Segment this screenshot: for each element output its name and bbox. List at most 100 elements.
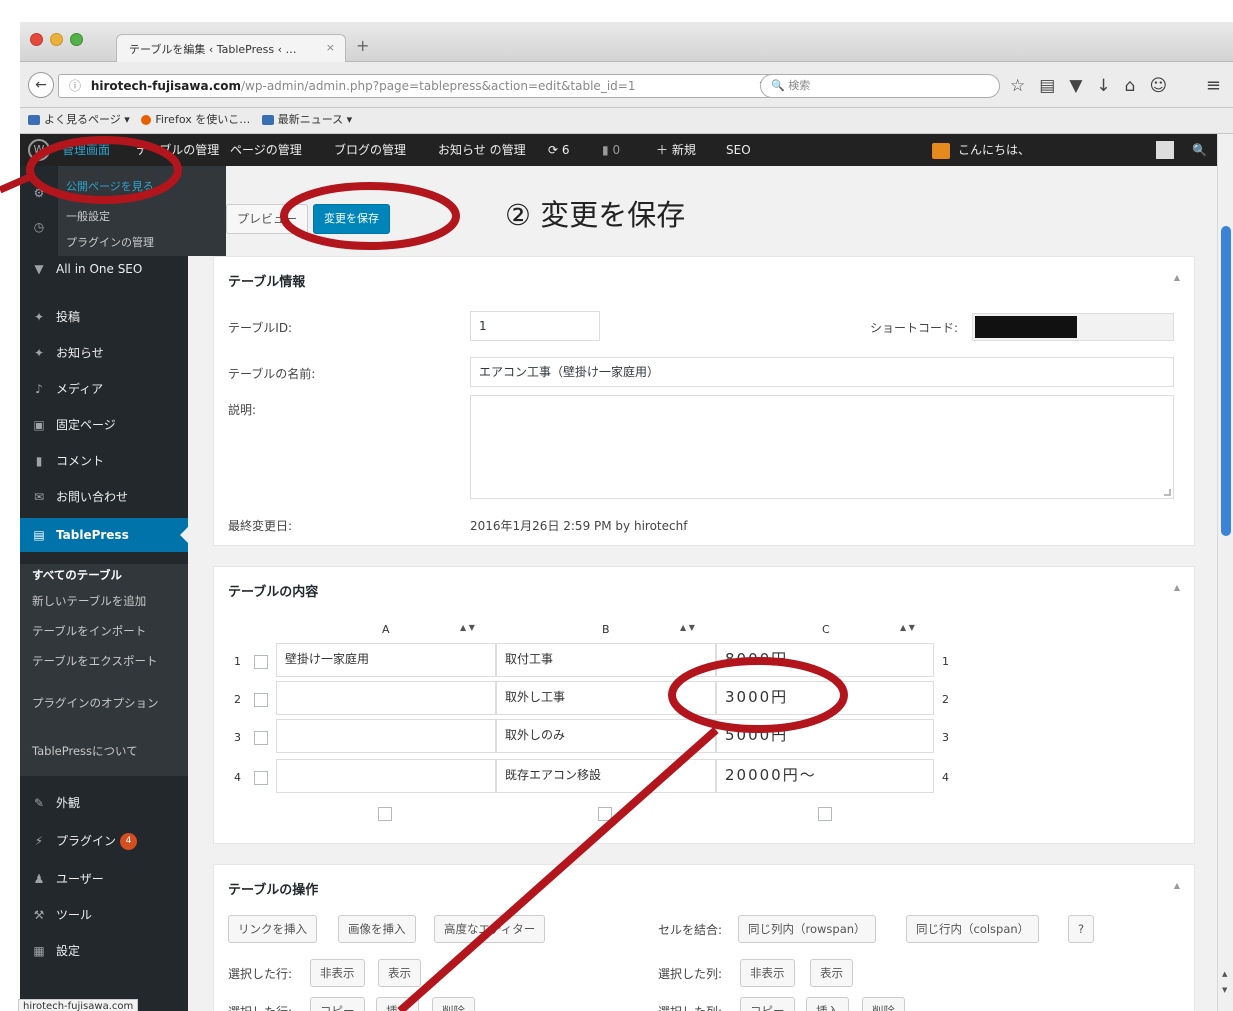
submenu-options[interactable]: プラグインのオプション [32, 696, 182, 710]
adminbar-table-manage[interactable]: テーブルの管理 [136, 134, 219, 166]
back-button[interactable]: ← [28, 72, 54, 98]
submenu-export[interactable]: テーブルをエクスポート [32, 654, 182, 668]
flyout-plugin-manage[interactable]: プラグインの管理 [66, 234, 154, 250]
table-cell-c2[interactable]: 3000円 [716, 681, 934, 715]
help-button[interactable]: ? [1068, 915, 1095, 943]
row-checkbox[interactable] [254, 771, 268, 785]
url-bar[interactable]: ⓘ hirotech-fujisawa.com/wp-admin/admin.p… [58, 74, 778, 98]
rows-insert-button[interactable]: 挿入 [376, 997, 419, 1011]
adminbar-comments[interactable]: ▮ 0 [602, 134, 620, 166]
sidebar-item-comments[interactable]: ▮ コメント [20, 444, 188, 478]
home-icon[interactable]: ⌂ [1125, 76, 1150, 96]
row-checkbox[interactable] [254, 693, 268, 707]
sidebar-item-posts[interactable]: ✦ 投稿 [20, 300, 188, 334]
preview-button[interactable]: プレビュー [226, 204, 309, 234]
bookmarks-library-icon[interactable]: ▤ [1039, 76, 1069, 96]
cols-delete-button[interactable]: 削除 [862, 997, 905, 1011]
page-scrollbar[interactable]: ▲ ▼ [1217, 134, 1233, 1011]
adminbar-page-manage[interactable]: ページの管理 [230, 134, 302, 166]
adminbar-dashboard[interactable]: 管理画面 [62, 134, 110, 166]
shortcode-field[interactable] [972, 313, 1174, 341]
collapse-toggle-icon[interactable]: ▲ [1174, 273, 1180, 282]
table-id-field[interactable]: 1 [470, 311, 600, 341]
table-cell-b3[interactable]: 取外しのみ [496, 719, 716, 753]
row-checkbox[interactable] [254, 731, 268, 745]
sidebar-item-all-in-one-seo[interactable]: ▼ All in One SEO [20, 252, 188, 286]
scrollbar-thumb[interactable] [1221, 226, 1231, 536]
description-textarea[interactable] [470, 395, 1174, 499]
column-checkbox-a[interactable] [378, 807, 392, 821]
submenu-add-table[interactable]: 新しいテーブルを追加 [32, 594, 188, 608]
column-checkbox-c[interactable] [818, 807, 832, 821]
window-zoom-button[interactable] [70, 33, 83, 46]
window-minimize-button[interactable] [50, 33, 63, 46]
hamburger-menu-icon[interactable]: ≡ [1206, 75, 1221, 96]
table-cell-c1[interactable]: 8000円 [716, 643, 934, 677]
merge-colspan-button[interactable]: 同じ行内（colspan） [906, 915, 1040, 943]
new-tab-button[interactable]: + [356, 36, 369, 55]
rows-delete-button[interactable]: 削除 [432, 997, 475, 1011]
submenu-import[interactable]: テーブルをインポート [32, 624, 188, 638]
rows-copy-button[interactable]: コピー [310, 997, 365, 1011]
adminbar-search-icon[interactable]: 🔍 [1192, 134, 1207, 166]
wordpress-logo-icon[interactable]: W [28, 139, 50, 161]
table-cell-a1[interactable]: 壁掛け一家庭用 [276, 643, 496, 677]
sidebar-item-tablepress[interactable]: ▤ TablePress [20, 518, 188, 552]
sidebar-item-plugins[interactable]: ⚡ プラグイン 4 [20, 824, 188, 858]
sort-arrows-icon[interactable]: ▲ ▼ [460, 623, 475, 632]
adminbar-updates[interactable]: ⟳ 6 [548, 134, 570, 166]
info-icon[interactable]: ⓘ [69, 79, 81, 93]
chat-icon[interactable]: ☺ [1149, 76, 1181, 96]
table-cell-b4[interactable]: 既存エアコン移設 [496, 759, 716, 793]
column-checkbox-b[interactable] [598, 807, 612, 821]
scroll-up-arrow-icon[interactable]: ▲ [1222, 970, 1227, 978]
table-name-field[interactable]: エアコン工事（壁掛け一家庭用） [470, 357, 1174, 387]
bookmark-most-visited[interactable]: よく見るページ ▾ [28, 113, 130, 126]
table-cell-a3[interactable] [276, 719, 496, 753]
cols-copy-button[interactable]: コピー [740, 997, 795, 1011]
table-cell-a4[interactable] [276, 759, 496, 793]
sort-arrows-icon[interactable]: ▲ ▼ [680, 623, 695, 632]
adminbar-blog-manage[interactable]: ブログの管理 [334, 134, 406, 166]
tab-close-icon[interactable]: × [326, 41, 335, 54]
pocket-icon[interactable]: ▼ [1069, 76, 1096, 96]
window-close-button[interactable] [30, 33, 43, 46]
table-cell-a2[interactable] [276, 681, 496, 715]
column-header-b[interactable]: B [602, 623, 610, 636]
table-cell-c3[interactable]: 5000円 [716, 719, 934, 753]
column-header-a[interactable]: A [382, 623, 390, 636]
bookmark-firefox-guide[interactable]: Firefox を使いこ… [141, 113, 250, 126]
merge-rowspan-button[interactable]: 同じ列内（rowspan） [738, 915, 876, 943]
table-cell-b1[interactable]: 取付工事 [496, 643, 716, 677]
avatar[interactable] [1156, 141, 1174, 159]
submenu-about[interactable]: TablePressについて [32, 744, 188, 758]
scroll-down-arrow-icon[interactable]: ▼ [1222, 986, 1227, 994]
sidebar-item-tools[interactable]: ⚒ ツール [20, 898, 188, 932]
insert-image-button[interactable]: 画像を挿入 [338, 915, 416, 943]
table-cell-b2[interactable]: 取外し工事 [496, 681, 716, 715]
submenu-all-tables[interactable]: すべてのテーブル [32, 568, 188, 582]
collapse-toggle-icon[interactable]: ▲ [1174, 583, 1180, 592]
rows-hide-button[interactable]: 非表示 [310, 959, 365, 987]
sidebar-item-settings[interactable]: ▦ 設定 [20, 934, 188, 968]
adminbar-new[interactable]: ＋ 新規 [656, 134, 696, 166]
sidebar-item-users[interactable]: ♟ ユーザー [20, 862, 188, 896]
table-cell-c4[interactable]: 20000円〜 [716, 759, 934, 793]
sidebar-item-appearance[interactable]: ✎ 外観 [20, 786, 188, 820]
row-checkbox[interactable] [254, 655, 268, 669]
adminbar-seo[interactable]: SEO [726, 134, 751, 166]
resize-grip-icon[interactable] [1164, 489, 1171, 496]
sidebar-item-news[interactable]: ✦ お知らせ [20, 336, 188, 370]
sidebar-item-pages[interactable]: ▣ 固定ページ [20, 408, 188, 442]
bookmark-star-icon[interactable]: ☆ [1010, 76, 1039, 96]
adminbar-news-manage[interactable]: お知らせ の管理 [438, 134, 526, 166]
flyout-general-settings[interactable]: 一般設定 [66, 208, 110, 224]
column-header-c[interactable]: C [822, 623, 830, 636]
insert-link-button[interactable]: リンクを挿入 [228, 915, 317, 943]
rows-show-button[interactable]: 表示 [378, 959, 421, 987]
sort-arrows-icon[interactable]: ▲ ▼ [900, 623, 915, 632]
collapse-toggle-icon[interactable]: ▲ [1174, 881, 1180, 890]
adminbar-greeting[interactable]: こんにちは、 [932, 134, 1030, 166]
cols-insert-button[interactable]: 挿入 [806, 997, 849, 1011]
cols-show-button[interactable]: 表示 [810, 959, 853, 987]
